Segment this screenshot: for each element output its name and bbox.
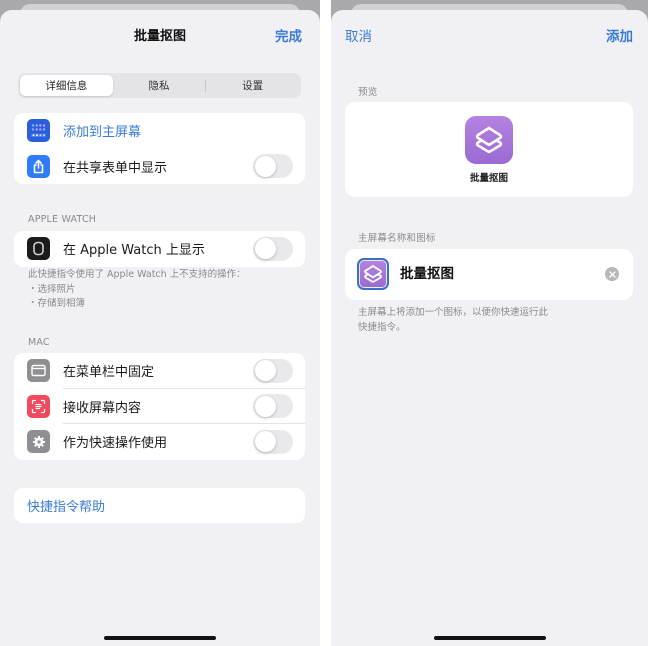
quick-action-toggle[interactable] [253, 429, 293, 454]
shortcut-app-icon [465, 116, 513, 164]
page-title: 批量抠图 [133, 29, 186, 44]
share-icon [27, 154, 50, 178]
preview-app-name: 批量抠图 [469, 173, 508, 184]
segmented-control: 详细信息 隐私 设置 [18, 73, 301, 98]
show-in-share-sheet-label: 在共享表单中显示 [63, 160, 168, 176]
mac-section-header: MAC [28, 337, 50, 348]
gear-icon [27, 430, 50, 454]
menu-bar-icon [27, 359, 50, 383]
home-screen-grid-icon [27, 119, 50, 143]
done-button[interactable]: 完成 [275, 25, 302, 45]
footnote-line: ・选择照片 [28, 283, 76, 295]
details-sheet: 批量抠图 完成 详细信息 隐私 设置 添加到主屏幕 在共享表单中显示 APPLE… [0, 10, 320, 646]
shortcuts-help-row[interactable]: 快捷指令帮助 [14, 488, 305, 524]
use-as-quick-action-row: 作为快速操作使用 [14, 424, 305, 460]
add-to-home-footnote: 主屏幕上将添加一个图标，以便你快速运行此 快捷指令。 [358, 306, 548, 335]
show-in-share-sheet-row: 在共享表单中显示 [14, 149, 305, 185]
name-and-icon-card [345, 249, 633, 300]
toggle-knob [254, 155, 276, 177]
cancel-button[interactable]: 取消 [345, 25, 372, 45]
add-to-home-screen-row[interactable]: 添加到主屏幕 [14, 113, 305, 149]
tab-details[interactable]: 详细信息 [20, 75, 113, 96]
share-sheet-toggle[interactable] [253, 154, 293, 179]
icon-picker-button[interactable] [357, 258, 389, 290]
apple-watch-group: 在 Apple Watch 上显示 [14, 231, 305, 267]
add-button[interactable]: 添加 [606, 25, 633, 45]
nav-bar: 取消 添加 [331, 10, 648, 56]
footnote-line: ・存储到相簿 [28, 298, 86, 309]
apple-watch-toggle[interactable] [253, 236, 293, 261]
shortcuts-help-link[interactable]: 快捷指令帮助 [27, 496, 105, 515]
shortcut-details-panel: 批量抠图 完成 详细信息 隐私 设置 添加到主屏幕 在共享表单中显示 APPLE… [0, 0, 320, 646]
screen-content-toggle[interactable] [253, 394, 293, 419]
preview-card: 批量抠图 [345, 102, 633, 197]
nav-bar: 批量抠图 完成 [0, 10, 320, 56]
tab-settings[interactable]: 设置 [206, 75, 299, 96]
receive-screen-content-label: 接收屏幕内容 [63, 400, 142, 416]
add-to-home-screen-panel: 取消 添加 预览 批量抠图 主屏幕名称和图标 批量抠图 主屏幕上将添加一个图标，… [331, 0, 648, 646]
add-to-home-screen-label: 添加到主屏幕 [63, 125, 142, 141]
receive-screen-content-row: 接收屏幕内容 [14, 389, 305, 424]
toggle-knob [254, 395, 276, 417]
clear-text-button[interactable] [605, 267, 619, 281]
pin-in-menu-bar-row: 在菜单栏中固定 [14, 353, 305, 389]
menu-bar-toggle[interactable] [253, 358, 293, 383]
clear-x-icon [608, 270, 616, 278]
footnote-line: 快捷指令。 [358, 321, 406, 333]
toggle-knob [254, 360, 276, 382]
home-screen-name-input[interactable] [400, 264, 580, 280]
footnote-line: 此快捷指令使用了 Apple Watch 上不支持的操作： [28, 269, 246, 280]
apple-watch-footnote: 此快捷指令使用了 Apple Watch 上不支持的操作： ・选择照片 ・存储到… [28, 268, 246, 312]
home-indicator [104, 636, 216, 640]
add-to-home-sheet: 取消 添加 预览 批量抠图 主屏幕名称和图标 批量抠图 主屏幕上将添加一个图标，… [331, 10, 648, 646]
show-on-apple-watch-label: 在 Apple Watch 上显示 [63, 243, 205, 259]
name-and-icon-section-header: 主屏幕名称和图标 [358, 233, 436, 244]
screen-capture-icon [27, 394, 50, 418]
toggle-knob [254, 238, 276, 260]
footnote-line: 主屏幕上将添加一个图标，以便你快速运行此 [358, 307, 549, 318]
mac-group: 在菜单栏中固定 接收屏幕内容 作为快速操作使用 [14, 353, 305, 460]
home-indicator [433, 636, 546, 640]
apple-watch-icon [27, 237, 50, 261]
preview-section-header: 预览 [358, 87, 378, 98]
toggle-knob [254, 431, 276, 453]
help-group: 快捷指令帮助 [14, 488, 305, 523]
use-as-quick-action-label: 作为快速操作使用 [63, 436, 168, 452]
tab-privacy[interactable]: 隐私 [113, 75, 206, 96]
pin-in-menu-bar-label: 在菜单栏中固定 [63, 365, 155, 381]
sharing-group: 添加到主屏幕 在共享表单中显示 [14, 113, 305, 184]
apple-watch-section-header: APPLE WATCH [28, 214, 97, 225]
show-on-apple-watch-row: 在 Apple Watch 上显示 [14, 231, 305, 267]
